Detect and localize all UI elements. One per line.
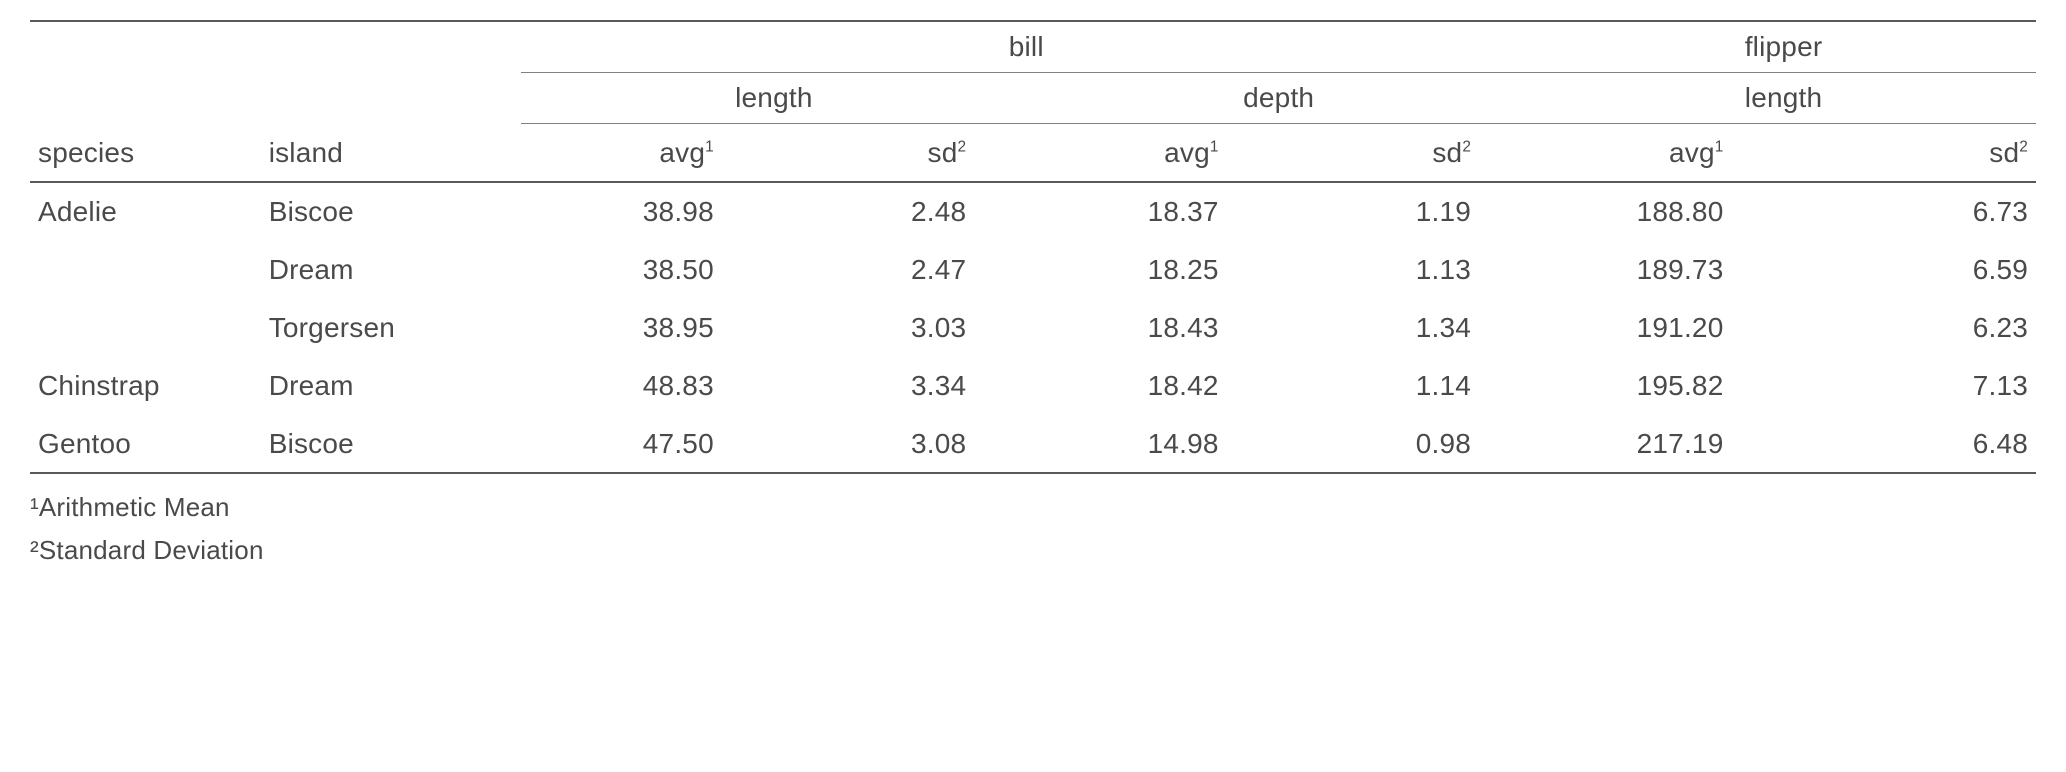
label: avg xyxy=(1164,137,1210,168)
cell-value: 48.83 xyxy=(521,357,773,415)
cell-island: Dream xyxy=(261,357,522,415)
spanner-bill: bill xyxy=(521,21,1531,72)
table-row: Torgersen 38.95 3.03 18.43 1.34 191.20 6… xyxy=(30,299,2036,357)
cell-value: 6.73 xyxy=(1783,182,2036,241)
cell-value: 18.37 xyxy=(1026,182,1278,241)
cell-value: 6.48 xyxy=(1783,415,2036,474)
cell-island: Dream xyxy=(261,241,522,299)
label: sd xyxy=(1432,137,1462,168)
table-row: Dream 38.50 2.47 18.25 1.13 189.73 6.59 xyxy=(30,241,2036,299)
cell-value: 18.42 xyxy=(1026,357,1278,415)
summary-table: bill flipper length depth length species… xyxy=(30,20,2036,474)
cell-value: 191.20 xyxy=(1531,299,1783,357)
cell-value: 38.50 xyxy=(521,241,773,299)
label: avg xyxy=(659,137,705,168)
colhead-bill-length-avg: avg1 xyxy=(521,123,773,182)
cell-value: 3.34 xyxy=(774,357,1026,415)
stub-blank xyxy=(261,21,522,72)
cell-value: 47.50 xyxy=(521,415,773,474)
cell-island: Biscoe xyxy=(261,182,522,241)
cell-value: 18.25 xyxy=(1026,241,1278,299)
footnote-1: ¹Arithmetic Mean xyxy=(30,486,2036,529)
cell-value: 2.48 xyxy=(774,182,1026,241)
cell-value: 1.13 xyxy=(1279,241,1531,299)
cell-value: 6.59 xyxy=(1783,241,2036,299)
cell-value: 189.73 xyxy=(1531,241,1783,299)
cell-species: Adelie xyxy=(30,182,261,241)
cell-species: Chinstrap xyxy=(30,357,261,415)
colhead-island: island xyxy=(261,123,522,182)
cell-value: 1.14 xyxy=(1279,357,1531,415)
stub-blank xyxy=(30,72,261,123)
footnote-ref-2: 2 xyxy=(1462,138,1471,155)
cell-species: Gentoo xyxy=(30,415,261,474)
stub-blank xyxy=(261,72,522,123)
colhead-bill-depth-avg: avg1 xyxy=(1026,123,1278,182)
cell-value: 195.82 xyxy=(1531,357,1783,415)
cell-value: 2.47 xyxy=(774,241,1026,299)
cell-island: Torgersen xyxy=(261,299,522,357)
stub-blank xyxy=(30,21,261,72)
spanner-bill-length: length xyxy=(521,72,1026,123)
footnote-ref-1: 1 xyxy=(1715,138,1724,155)
footnote-2: ²Standard Deviation xyxy=(30,529,2036,572)
cell-value: 217.19 xyxy=(1531,415,1783,474)
cell-value: 14.98 xyxy=(1026,415,1278,474)
footnotes: ¹Arithmetic Mean ²Standard Deviation xyxy=(30,474,2036,572)
cell-species xyxy=(30,241,261,299)
footnote-ref-2: 2 xyxy=(2019,138,2028,155)
cell-value: 0.98 xyxy=(1279,415,1531,474)
table-row: Chinstrap Dream 48.83 3.34 18.42 1.14 19… xyxy=(30,357,2036,415)
footnote-ref-2: 2 xyxy=(958,138,967,155)
cell-value: 18.43 xyxy=(1026,299,1278,357)
label: sd xyxy=(928,137,958,168)
cell-value: 3.03 xyxy=(774,299,1026,357)
colhead-bill-depth-sd: sd2 xyxy=(1279,123,1531,182)
cell-value: 38.95 xyxy=(521,299,773,357)
label: sd xyxy=(1989,137,2019,168)
cell-island: Biscoe xyxy=(261,415,522,474)
colhead-species: species xyxy=(30,123,261,182)
cell-value: 6.23 xyxy=(1783,299,2036,357)
cell-species xyxy=(30,299,261,357)
footnote-ref-1: 1 xyxy=(1210,138,1219,155)
spanner-flipper: flipper xyxy=(1531,21,2036,72)
cell-value: 1.34 xyxy=(1279,299,1531,357)
cell-value: 188.80 xyxy=(1531,182,1783,241)
table-row: Gentoo Biscoe 47.50 3.08 14.98 0.98 217.… xyxy=(30,415,2036,474)
spanner-bill-depth: depth xyxy=(1026,72,1531,123)
cell-value: 3.08 xyxy=(774,415,1026,474)
cell-value: 38.98 xyxy=(521,182,773,241)
cell-value: 1.19 xyxy=(1279,182,1531,241)
table-row: Adelie Biscoe 38.98 2.48 18.37 1.19 188.… xyxy=(30,182,2036,241)
spanner-flipper-length: length xyxy=(1531,72,2036,123)
colhead-bill-length-sd: sd2 xyxy=(774,123,1026,182)
footnote-ref-1: 1 xyxy=(705,138,714,155)
label: avg xyxy=(1669,137,1715,168)
cell-value: 7.13 xyxy=(1783,357,2036,415)
colhead-flipper-length-avg: avg1 xyxy=(1531,123,1783,182)
colhead-flipper-length-sd: sd2 xyxy=(1783,123,2036,182)
